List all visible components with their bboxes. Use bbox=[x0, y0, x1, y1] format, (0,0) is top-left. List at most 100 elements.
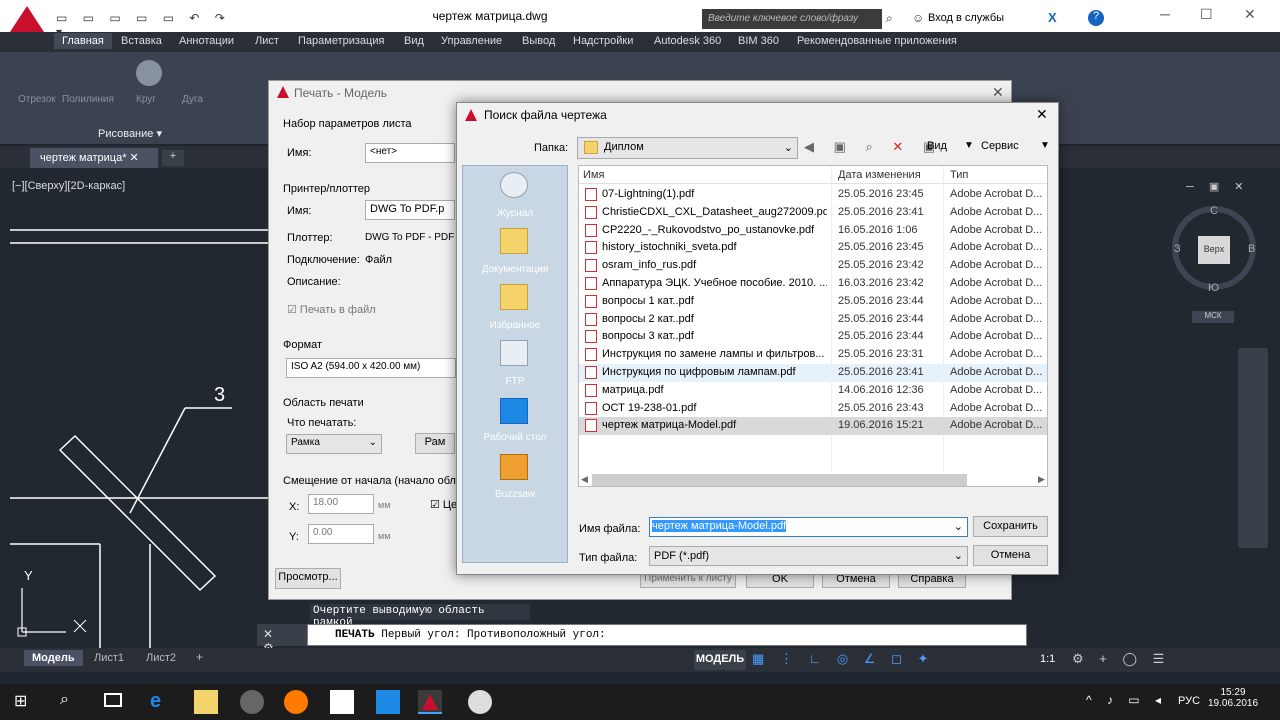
scroll-right-icon[interactable]: ▶ bbox=[1038, 474, 1045, 485]
filetype-select[interactable]: PDF (*.pdf) ⌄ bbox=[649, 546, 968, 566]
filename-input[interactable]: чертеж матрица-Model.pdf ⌄ bbox=[649, 517, 968, 537]
app-icon[interactable] bbox=[240, 690, 264, 714]
user-icon[interactable]: ☺ bbox=[912, 11, 924, 25]
file-list-hscroll[interactable] bbox=[592, 474, 967, 486]
offset-y-field[interactable]: 0.00 bbox=[308, 524, 374, 544]
printer-select[interactable]: DWG To PDF.p bbox=[365, 200, 455, 220]
annotation-scale[interactable]: 1:1 bbox=[1040, 653, 1055, 665]
tab-manage[interactable]: Управление bbox=[441, 35, 502, 47]
tab-sheet[interactable]: Лист bbox=[255, 35, 279, 47]
search-taskbar-icon[interactable]: ⌕ bbox=[60, 691, 69, 709]
column-date[interactable]: Дата изменения bbox=[838, 169, 921, 181]
autocad-taskbar-icon[interactable] bbox=[418, 690, 442, 714]
tab-autodesk360[interactable]: Autodesk 360 bbox=[654, 35, 721, 47]
view-menu[interactable]: Вид bbox=[927, 140, 947, 152]
search-icon[interactable]: ⌕ bbox=[886, 11, 893, 26]
view-dropdown-icon[interactable]: ▼ bbox=[964, 140, 974, 151]
compass-east[interactable]: В bbox=[1248, 243, 1255, 255]
store-icon[interactable] bbox=[330, 690, 354, 714]
scroll-left-icon[interactable]: ◀ bbox=[581, 474, 588, 485]
explorer-icon[interactable] bbox=[194, 690, 218, 714]
desktop-icon[interactable] bbox=[500, 398, 528, 424]
close-button[interactable]: ✕ bbox=[1244, 6, 1256, 23]
tab-output[interactable]: Вывод bbox=[522, 35, 555, 47]
edge-icon[interactable]: e bbox=[150, 690, 174, 714]
what-to-print-select[interactable]: Рамка ⌄ bbox=[286, 434, 382, 454]
service-dropdown-icon[interactable]: ▼ bbox=[1040, 140, 1050, 151]
tray-icons[interactable]: ^ ♪ ▭ ◂ bbox=[1086, 693, 1167, 707]
start-icon[interactable]: ⊞ bbox=[14, 691, 27, 711]
place-buzzsaw[interactable]: Buzzsaw bbox=[462, 489, 568, 500]
page-setup-select[interactable]: <нет> bbox=[365, 143, 455, 163]
model-space-button[interactable]: МОДЕЛЬ bbox=[694, 650, 746, 670]
ucs-menu[interactable]: МСК bbox=[1192, 311, 1234, 323]
status-tools[interactable]: ⚙ + ◯ ☰ bbox=[1072, 651, 1170, 667]
history-icon[interactable] bbox=[500, 172, 528, 198]
tab-insert[interactable]: Вставка bbox=[121, 35, 162, 47]
tab-bim360[interactable]: BIM 360 bbox=[738, 35, 779, 47]
tab-view[interactable]: Вид bbox=[404, 35, 424, 47]
minimize-button[interactable]: ─ bbox=[1160, 6, 1170, 22]
film-icon[interactable] bbox=[468, 690, 492, 714]
polyline-tool[interactable]: Полилиния bbox=[62, 94, 114, 105]
line-tool[interactable]: Отрезок bbox=[18, 94, 56, 105]
print-close-icon[interactable]: ✕ bbox=[992, 84, 1004, 101]
tab-annotate[interactable]: Аннотации bbox=[179, 35, 234, 47]
viewcube-face[interactable]: Верх bbox=[1198, 236, 1230, 264]
save-button[interactable]: Сохранить bbox=[973, 516, 1048, 537]
circle-icon[interactable] bbox=[136, 60, 162, 86]
login-link[interactable]: Вход в службы bbox=[928, 12, 1004, 24]
viewport-controls[interactable]: ─ ▣ ✕ bbox=[1186, 180, 1250, 193]
ftp-icon[interactable] bbox=[500, 340, 528, 366]
place-ftp[interactable]: FTP bbox=[462, 376, 568, 387]
documents-icon[interactable] bbox=[500, 228, 528, 254]
preview-button[interactable]: Просмотр... bbox=[275, 568, 341, 589]
navigation-bar[interactable] bbox=[1238, 348, 1268, 548]
tab-featured-apps[interactable]: Рекомендованные приложения bbox=[797, 35, 957, 47]
task-view-icon[interactable] bbox=[104, 693, 122, 707]
favorites-icon[interactable] bbox=[500, 284, 528, 310]
file-dialog-close-icon[interactable]: ✕ bbox=[1036, 106, 1048, 123]
help-icon[interactable]: ? bbox=[1088, 10, 1104, 26]
file-cancel-button[interactable]: Отмена bbox=[973, 545, 1048, 566]
offset-x-field[interactable]: 18.00 bbox=[308, 494, 374, 514]
tab-addins[interactable]: Надстройки bbox=[573, 35, 633, 47]
document-tab[interactable]: чертеж матрица* ✕ bbox=[30, 148, 158, 168]
quick-access-toolbar[interactable]: ▭ ▭ ▭ ▭ ▭ ↶ ↷ ▾ bbox=[56, 11, 236, 39]
clock[interactable]: 15:29 19.06.2016 bbox=[1208, 687, 1258, 709]
folder-select[interactable]: Диплом ⌄ bbox=[577, 137, 798, 159]
place-documents[interactable]: Документация bbox=[462, 264, 568, 275]
center-plot-checkbox[interactable]: ☑ Це bbox=[430, 498, 457, 511]
buzzsaw-icon[interactable] bbox=[500, 454, 528, 480]
add-layout-icon[interactable]: + bbox=[196, 650, 203, 664]
column-name[interactable]: Имя bbox=[583, 169, 604, 181]
search-input[interactable]: Введите ключевое слово/фразу bbox=[702, 9, 882, 29]
place-desktop[interactable]: Рабочий стол bbox=[462, 432, 568, 443]
draw-panel-label[interactable]: Рисование ▾ bbox=[98, 127, 162, 140]
folder-nav-icons[interactable]: ◀ ▣ ⌕ ✕ ▣ bbox=[804, 139, 943, 155]
place-favorites[interactable]: Избранное bbox=[462, 320, 568, 331]
place-history[interactable]: Журнал bbox=[462, 208, 568, 219]
firefox-icon[interactable] bbox=[284, 690, 308, 714]
column-type[interactable]: Тип bbox=[950, 169, 968, 181]
format-select[interactable]: ISO A2 (594.00 x 420.00 мм) bbox=[286, 358, 456, 378]
tab-model[interactable]: Модель bbox=[24, 650, 83, 666]
maximize-button[interactable]: ☐ bbox=[1200, 6, 1213, 23]
compass-west[interactable]: З bbox=[1174, 243, 1181, 255]
exchange-icon[interactable]: X bbox=[1048, 10, 1057, 25]
window-button[interactable]: Рам bbox=[415, 433, 455, 454]
compass-south[interactable]: Ю bbox=[1208, 282, 1219, 294]
circle-tool[interactable]: Круг bbox=[136, 94, 156, 105]
compass-north[interactable]: С bbox=[1210, 205, 1218, 217]
command-close-icon[interactable]: ✕ ⚙ bbox=[257, 624, 307, 655]
media-icon[interactable] bbox=[376, 690, 400, 714]
new-tab-button[interactable]: + bbox=[162, 150, 184, 166]
arc-tool[interactable]: Дуга bbox=[182, 94, 203, 105]
tab-home[interactable]: Главная bbox=[54, 33, 112, 49]
service-menu[interactable]: Сервис bbox=[981, 140, 1019, 152]
tab-layout2[interactable]: Лист2 bbox=[138, 650, 184, 666]
tab-parametric[interactable]: Параметризация bbox=[298, 35, 384, 47]
print-to-file-checkbox[interactable]: ☑ Печать в файл bbox=[287, 303, 376, 316]
tab-layout1[interactable]: Лист1 bbox=[86, 650, 132, 666]
status-toggles[interactable]: ▦ ⋮ ∟ ◎ ∠ ◻ ✦ bbox=[752, 651, 934, 667]
